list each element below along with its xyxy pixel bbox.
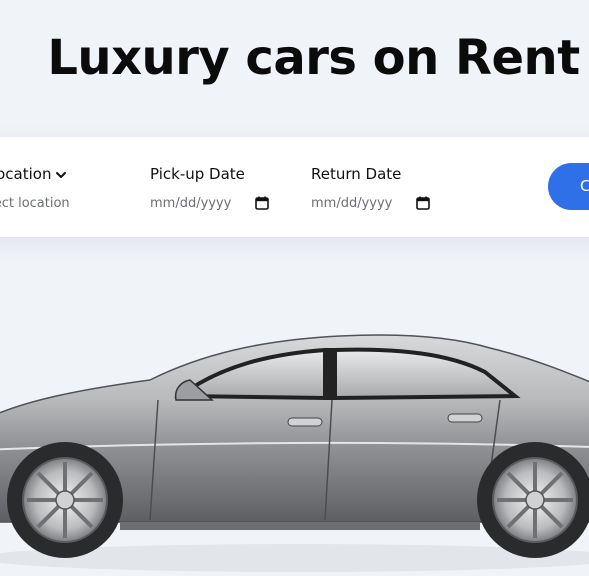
- return-date-field: Return Date mm/dd/yyyy: [311, 137, 441, 237]
- pickup-date-field: Pick-up Date mm/dd/yyyy: [150, 137, 280, 237]
- search-button[interactable]: C: [548, 163, 589, 210]
- pickup-date-placeholder: mm/dd/yyyy: [150, 196, 232, 211]
- calendar-icon[interactable]: [416, 196, 430, 210]
- pickup-location-select[interactable]: Please select location: [0, 196, 70, 211]
- pickup-location-field[interactable]: Pick-up Location Please select location: [0, 137, 93, 237]
- page-title: Luxury cars on Rent: [47, 30, 580, 86]
- chevron-down-icon[interactable]: [55, 169, 67, 181]
- pickup-date-input[interactable]: mm/dd/yyyy: [150, 193, 280, 215]
- landing-page: Luxury cars on Rent Pick-up Location Ple…: [0, 0, 589, 576]
- pickup-date-label: Pick-up Date: [150, 165, 245, 183]
- search-bar: Pick-up Location Please select location …: [0, 137, 589, 237]
- return-date-label: Return Date: [311, 165, 402, 183]
- return-date-placeholder: mm/dd/yyyy: [311, 196, 393, 211]
- calendar-icon[interactable]: [255, 196, 269, 210]
- pickup-location-label-text: Pick-up Location: [0, 165, 52, 183]
- return-date-input[interactable]: mm/dd/yyyy: [311, 193, 441, 215]
- pickup-location-label[interactable]: Pick-up Location: [0, 165, 67, 183]
- car-image: [0, 334, 589, 572]
